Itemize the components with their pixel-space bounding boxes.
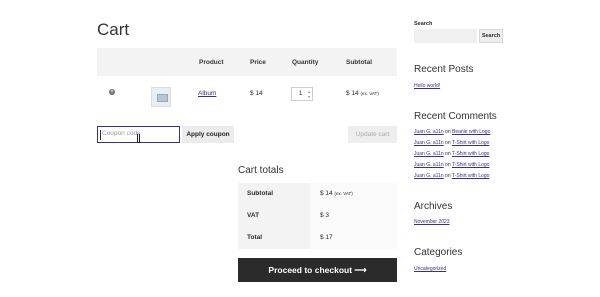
- cart-item-row: × Album $ 14 1 ▴ ▾ $ 14 (ex. VAT): [97, 76, 397, 116]
- recent-comment-item: Juan G. a11n on T-Shirt with Logo: [414, 151, 490, 157]
- header-quantity: Quantity: [292, 59, 319, 66]
- search-input[interactable]: [414, 29, 477, 43]
- product-thumbnail[interactable]: [151, 87, 171, 107]
- comment-post-link[interactable]: T-Shirt with Logo: [452, 151, 490, 157]
- category-link[interactable]: Uncategorized: [414, 266, 446, 272]
- stepper-arrows-icon[interactable]: ▴ ▾: [308, 89, 310, 99]
- comment-author-link[interactable]: Juan G. a11n: [414, 140, 444, 146]
- cart-table-header: Product Price Quantity Subtotal: [97, 48, 397, 76]
- comment-post-link[interactable]: Beanie with Logo: [452, 129, 490, 135]
- header-price: Price: [250, 59, 266, 66]
- totals-total-row: Total $ 17: [238, 227, 397, 249]
- total-label: Total: [238, 227, 310, 249]
- product-link[interactable]: Album: [198, 90, 216, 97]
- vat-label: VAT: [238, 205, 310, 227]
- totals-vat-row: VAT $ 3: [238, 205, 397, 227]
- quantity-value: 1: [299, 91, 303, 97]
- subtotal-label: Subtotal: [238, 183, 310, 205]
- totals-subtotal-row: Subtotal $ 14 (ex. VAT): [238, 183, 397, 205]
- comment-author-link[interactable]: Juan G. a11n: [414, 151, 444, 157]
- comment-author-link[interactable]: Juan G. a11n: [414, 162, 444, 168]
- recent-post-link[interactable]: Hello world!: [414, 83, 440, 89]
- recent-comment-item: Juan G. a11n on T-Shirt with Logo: [414, 162, 490, 168]
- comment-author-link[interactable]: Juan G. a11n: [414, 129, 444, 135]
- search-button[interactable]: Search: [479, 29, 503, 43]
- comment-post-link[interactable]: T-Shirt with Logo: [452, 140, 490, 146]
- categories-title: Categories: [414, 247, 463, 258]
- recent-comment-item: Juan G. a11n on T-Shirt with Logo: [414, 140, 490, 146]
- item-subtotal: $ 14 (ex. VAT): [346, 90, 379, 97]
- remove-item-icon[interactable]: ×: [109, 89, 115, 95]
- recent-comment-item: Juan G. a11n on Beanie with Logo: [414, 129, 491, 135]
- apply-coupon-button[interactable]: Apply coupon: [182, 126, 234, 143]
- search-label: Search: [414, 21, 433, 27]
- header-subtotal: Subtotal: [346, 59, 372, 66]
- header-product: Product: [199, 59, 224, 66]
- cart-totals-title: Cart totals: [238, 165, 284, 176]
- page-title: Cart: [97, 20, 130, 39]
- vat-value: $ 3: [310, 205, 397, 227]
- comment-post-link[interactable]: T-Shirt with Logo: [452, 173, 490, 179]
- archive-link[interactable]: November 2023: [414, 219, 450, 225]
- update-cart-button[interactable]: Update cart: [348, 126, 397, 143]
- recent-comment-item: Juan G. a11n on T-Shirt with Logo: [414, 173, 490, 179]
- comment-author-link[interactable]: Juan G. a11n: [414, 173, 444, 179]
- comment-post-link[interactable]: T-Shirt with Logo: [452, 162, 490, 168]
- recent-posts-title: Recent Posts: [414, 64, 474, 75]
- quantity-stepper[interactable]: 1 ▴ ▾: [291, 87, 313, 101]
- archives-title: Archives: [414, 201, 453, 212]
- recent-comments-title: Recent Comments: [414, 111, 497, 122]
- item-price: $ 14: [250, 90, 263, 97]
- proceed-to-checkout-button[interactable]: Proceed to checkout ⟶: [238, 258, 397, 282]
- text-cursor-icon: [137, 134, 140, 143]
- total-value: $ 17: [310, 227, 397, 249]
- subtotal-value: $ 14 (ex. VAT): [310, 183, 397, 205]
